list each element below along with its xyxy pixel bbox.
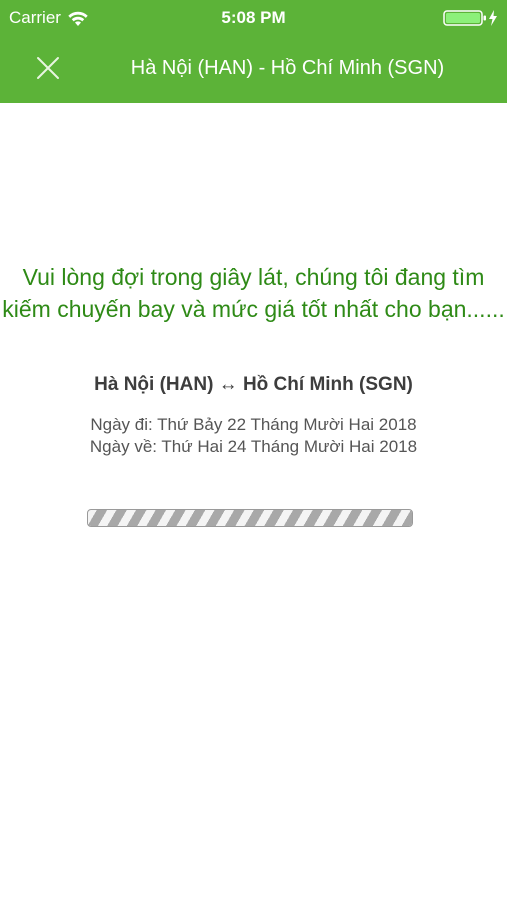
status-time: 5:08 PM xyxy=(221,8,286,27)
navigation-bar: Hà Nội (HAN) - Hồ Chí Minh (SGN) xyxy=(0,36,507,103)
trip-dates: Ngày đi: Thứ Bảy 22 Tháng Mười Hai 2018 … xyxy=(0,414,507,458)
status-bar: Carrier 5:08 PM xyxy=(0,0,507,36)
app-header: Carrier 5:08 PM Hà Nội (HAN) - Hồ Chí Mi… xyxy=(0,0,507,103)
close-button[interactable] xyxy=(30,50,66,86)
loading-screen: Vui lòng đợi trong giây lát, chúng tôi đ… xyxy=(0,103,507,900)
progress-fill xyxy=(88,510,412,526)
route-summary: Hà Nội (HAN) ↔ Hồ Chí Minh (SGN) xyxy=(94,374,413,395)
battery-charging-icon xyxy=(443,10,497,26)
return-date: Ngày về: Thứ Hai 24 Tháng Mười Hai 2018 xyxy=(89,437,418,456)
page-title: Hà Nội (HAN) - Hồ Chí Minh (SGN) xyxy=(130,57,445,79)
waiting-message: Vui lòng đợi trong giây lát, chúng tôi đ… xyxy=(2,264,505,322)
close-icon xyxy=(37,57,59,79)
depart-date: Ngày đi: Thứ Bảy 22 Tháng Mười Hai 2018 xyxy=(90,415,417,434)
progress-bar xyxy=(87,509,413,527)
